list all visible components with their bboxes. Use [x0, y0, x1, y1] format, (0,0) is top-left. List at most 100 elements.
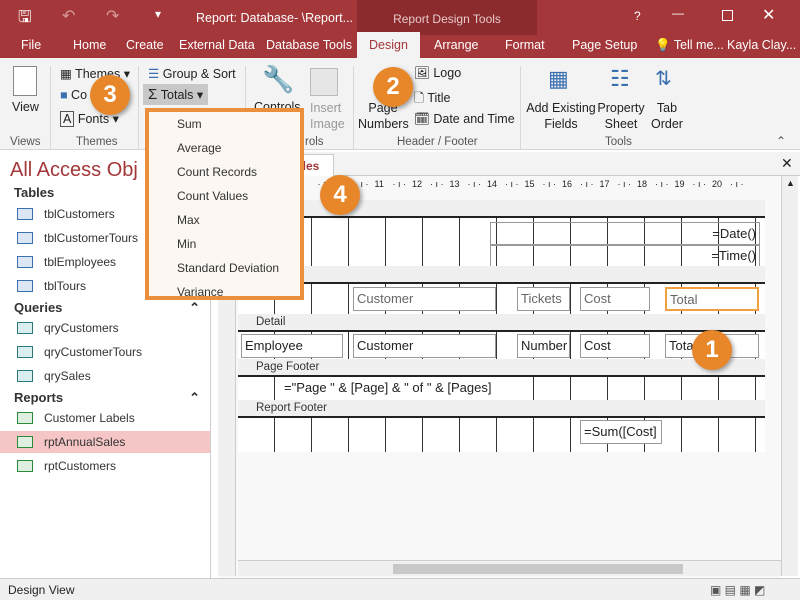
- property-sheet-button[interactable]: Property Sheet: [597, 100, 645, 132]
- menu-item-min[interactable]: Min: [149, 232, 300, 256]
- nav-item-label: tblCustomerTours: [44, 231, 139, 245]
- menu-item-variance[interactable]: Variance: [149, 280, 300, 304]
- nav-group-label: Reports: [14, 390, 64, 405]
- collapse-ribbon-icon[interactable]: ⌃: [776, 134, 786, 148]
- time-control[interactable]: =Time(): [490, 244, 760, 268]
- detail-body: Employee Customer Number Cost Total: [238, 330, 765, 360]
- date-control[interactable]: =Date(): [490, 222, 760, 246]
- label-cost[interactable]: Cost: [580, 287, 650, 311]
- tab-home[interactable]: Home: [73, 32, 106, 58]
- status-bar: Design View ▣ ▤ ▦ ◩: [0, 578, 800, 600]
- redo-icon[interactable]: ↷: [106, 6, 119, 26]
- tab-format[interactable]: Format: [505, 32, 545, 58]
- nav-group-reports[interactable]: Reports ⌃: [14, 390, 200, 406]
- scroll-thumb[interactable]: [393, 564, 683, 574]
- report-icon: [17, 436, 33, 448]
- label-tickets[interactable]: Tickets: [517, 287, 570, 311]
- ruler-tick-label: 18: [637, 179, 648, 189]
- themes-group-label: Themes: [76, 136, 118, 148]
- menu-item-average[interactable]: Average: [149, 136, 300, 160]
- group-sort-button[interactable]: ☰ Group & Sort: [148, 66, 236, 81]
- ruler-tick: · ı ·: [467, 179, 482, 189]
- report-header-body: =Date() =Time(): [238, 216, 765, 268]
- status-text: Design View: [8, 583, 75, 597]
- add-existing-fields-button[interactable]: Add Existing Fields: [526, 100, 596, 132]
- section-detail[interactable]: Detail: [238, 314, 765, 331]
- ruler-tick-label: 17: [599, 179, 610, 189]
- nav-item-report[interactable]: Customer Labels: [0, 407, 210, 429]
- view-switcher-icons[interactable]: ▣ ▤ ▦ ◩: [710, 579, 765, 601]
- nav-item-label: qrySales: [44, 369, 91, 383]
- totals-button[interactable]: Σ Totals ▾: [143, 84, 209, 105]
- ruler-tick-label: 14: [487, 179, 498, 189]
- tab-external-data[interactable]: External Data: [179, 32, 255, 58]
- title-button[interactable]: 🗋 Title: [414, 89, 450, 110]
- section-page-header[interactable]: der: [238, 266, 765, 283]
- ruler-tick: · ı ·: [730, 179, 744, 189]
- sum-cost-control[interactable]: =Sum([Cost]: [580, 420, 662, 444]
- field-cost[interactable]: Cost: [580, 334, 650, 358]
- title-label: Title: [427, 91, 451, 105]
- nav-group-label: Queries: [14, 300, 63, 315]
- field-number[interactable]: Number: [517, 334, 570, 358]
- vertical-scrollbar[interactable]: ▲: [781, 176, 798, 576]
- menu-item-sum[interactable]: Sum: [149, 112, 300, 136]
- maximize-button[interactable]: [722, 10, 733, 21]
- themes-icon: ▦: [60, 67, 72, 81]
- nav-item-query[interactable]: qryCustomers: [0, 317, 210, 339]
- colors-button[interactable]: ■ Co: [60, 88, 87, 102]
- tab-arrange[interactable]: Arrange: [434, 32, 478, 58]
- tab-file[interactable]: File: [21, 32, 41, 58]
- ruler-tick-label: 13: [449, 179, 460, 189]
- tab-page-setup[interactable]: Page Setup: [572, 32, 637, 58]
- date-time-button[interactable]: 🗓 Date and Time: [414, 112, 515, 127]
- menu-item-max[interactable]: Max: [149, 208, 300, 232]
- help-button[interactable]: ?: [634, 9, 641, 23]
- tab-order-button[interactable]: Tab Order: [648, 100, 686, 132]
- user-account[interactable]: Kayla Clay...: [727, 32, 796, 58]
- label-total-selected[interactable]: Total: [665, 287, 759, 311]
- view-button[interactable]: View: [12, 100, 39, 114]
- nav-group-tables[interactable]: Tables: [14, 185, 54, 200]
- section-report-footer[interactable]: Report Footer: [238, 400, 765, 417]
- section-page-footer[interactable]: Page Footer: [238, 359, 765, 376]
- ruler-tick: · ı ·: [692, 179, 707, 189]
- nav-item-query[interactable]: qryCustomerTours: [0, 341, 210, 363]
- menu-item-count-records[interactable]: Count Records: [149, 160, 300, 184]
- menu-item-count-values[interactable]: Count Values: [149, 184, 300, 208]
- callout-4: 4: [320, 175, 360, 215]
- logo-label: Logo: [433, 66, 462, 80]
- label-customer[interactable]: Customer: [353, 287, 496, 311]
- field-employee[interactable]: Employee: [241, 334, 343, 358]
- horizontal-scrollbar[interactable]: [238, 560, 781, 576]
- ruler-tick-label: 12: [412, 179, 423, 189]
- tab-design[interactable]: Design: [357, 32, 420, 58]
- scroll-up-icon[interactable]: ▲: [786, 178, 795, 188]
- save-icon[interactable]: 🖫: [18, 6, 32, 33]
- section-report-header[interactable]: eader: [238, 200, 765, 217]
- customize-qat-icon[interactable]: ▾: [155, 7, 161, 21]
- header-footer-group-label: Header / Footer: [397, 136, 478, 148]
- colors-label: Co: [71, 88, 88, 102]
- query-icon: [17, 346, 33, 358]
- ruler-tick: · ı ·: [505, 179, 519, 189]
- field-customer[interactable]: Customer: [353, 334, 496, 358]
- nav-item-label: Customer Labels: [44, 411, 135, 425]
- minimize-button[interactable]: —: [672, 6, 684, 20]
- close-button[interactable]: ✕: [762, 5, 775, 25]
- tab-create[interactable]: Create: [126, 32, 164, 58]
- nav-item-report[interactable]: rptCustomers: [0, 455, 210, 477]
- tab-database-tools[interactable]: Database Tools: [266, 32, 352, 58]
- nav-item-report-selected[interactable]: rptAnnualSales: [0, 431, 210, 453]
- close-document-icon[interactable]: ✕: [781, 155, 793, 172]
- logo-button[interactable]: 🖼 Logo: [414, 66, 461, 81]
- ruler-tick-label: 15: [524, 179, 535, 189]
- undo-icon[interactable]: ↶: [62, 6, 75, 26]
- ruler-tick: · ı ·: [580, 179, 594, 189]
- ruler-tick: · ı ·: [430, 179, 444, 189]
- insert-image-button[interactable]: Insert Image: [310, 100, 350, 132]
- page-number-expression[interactable]: ="Page " & [Page] & " of " & [Pages]: [278, 377, 503, 401]
- nav-item-query[interactable]: qrySales: [0, 365, 210, 387]
- menu-item-standard-deviation[interactable]: Standard Deviation: [149, 256, 300, 280]
- tell-me-search[interactable]: 💡 Tell me...: [655, 32, 724, 58]
